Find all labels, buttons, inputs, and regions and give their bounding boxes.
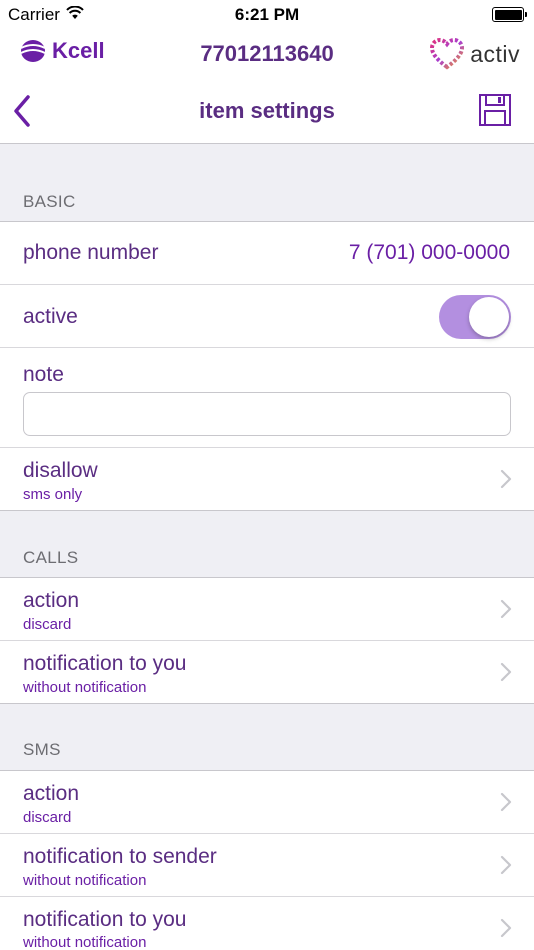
- sms-notify-sender-row[interactable]: notification to sender without notificat…: [0, 834, 534, 897]
- calls-notify-you-label: notification to you: [23, 652, 187, 675]
- calls-action-label: action: [23, 589, 80, 612]
- active-toggle[interactable]: [439, 295, 511, 339]
- save-button[interactable]: [478, 93, 512, 127]
- phone-number-label: phone number: [23, 241, 159, 264]
- sms-notify-you-row[interactable]: notification to you without notification: [0, 897, 534, 950]
- note-input[interactable]: [23, 392, 511, 436]
- calls-action-row[interactable]: action discard: [0, 578, 534, 641]
- calls-notify-you-value: without notification: [23, 679, 147, 696]
- calls-group: action discard notification to you witho…: [0, 577, 534, 704]
- chevron-right-icon: [500, 792, 512, 812]
- disallow-row[interactable]: disallow sms only: [0, 448, 534, 510]
- brand-bar: Kcell 77012113640 activ: [0, 30, 534, 78]
- disallow-value: sms only: [23, 486, 83, 503]
- sms-notify-sender-value: without notification: [23, 872, 147, 889]
- clock: 6:21 PM: [234, 5, 300, 24]
- active-label: active: [23, 305, 78, 328]
- sms-action-value: discard: [23, 809, 72, 826]
- note-label: note: [23, 363, 64, 386]
- active-row: active: [0, 285, 534, 348]
- section-header-sms: SMS: [23, 740, 61, 759]
- page-title: item settings: [199, 98, 335, 123]
- chevron-right-icon: [500, 469, 512, 489]
- sms-notify-you-value: without notification: [23, 934, 147, 950]
- battery-icon: [492, 7, 527, 22]
- activ-heart-icon: [430, 38, 465, 70]
- sms-action-row[interactable]: action discard: [0, 771, 534, 834]
- toggle-knob: [469, 297, 509, 337]
- activ-logo: activ: [430, 38, 520, 70]
- activ-logo-text: activ: [470, 40, 520, 67]
- basic-group: phone number 7 (701) 000-0000 active not…: [0, 221, 534, 511]
- section-header-basic: BASIC: [23, 192, 76, 211]
- calls-notify-you-row[interactable]: notification to you without notification: [0, 641, 534, 703]
- navigation-bar: item settings: [0, 78, 534, 144]
- chevron-right-icon: [500, 599, 512, 619]
- section-header-calls: CALLS: [23, 548, 79, 567]
- sms-action-label: action: [23, 782, 80, 805]
- status-bar: Carrier 6:21 PM: [0, 0, 534, 30]
- chevron-right-icon: [500, 855, 512, 875]
- phone-number-value: 7 (701) 000-0000: [348, 241, 510, 264]
- sms-notify-you-label: notification to you: [23, 908, 187, 931]
- calls-action-value: discard: [23, 616, 72, 633]
- note-row: note: [0, 348, 534, 448]
- sms-notify-sender-label: notification to sender: [23, 845, 217, 868]
- floppy-disk-icon: [479, 94, 511, 126]
- phone-number-row[interactable]: phone number 7 (701) 000-0000: [0, 222, 534, 285]
- disallow-label: disallow: [23, 459, 98, 482]
- chevron-right-icon: [500, 662, 512, 682]
- chevron-right-icon: [500, 918, 512, 938]
- sms-group: action discard notification to sender wi…: [0, 770, 534, 950]
